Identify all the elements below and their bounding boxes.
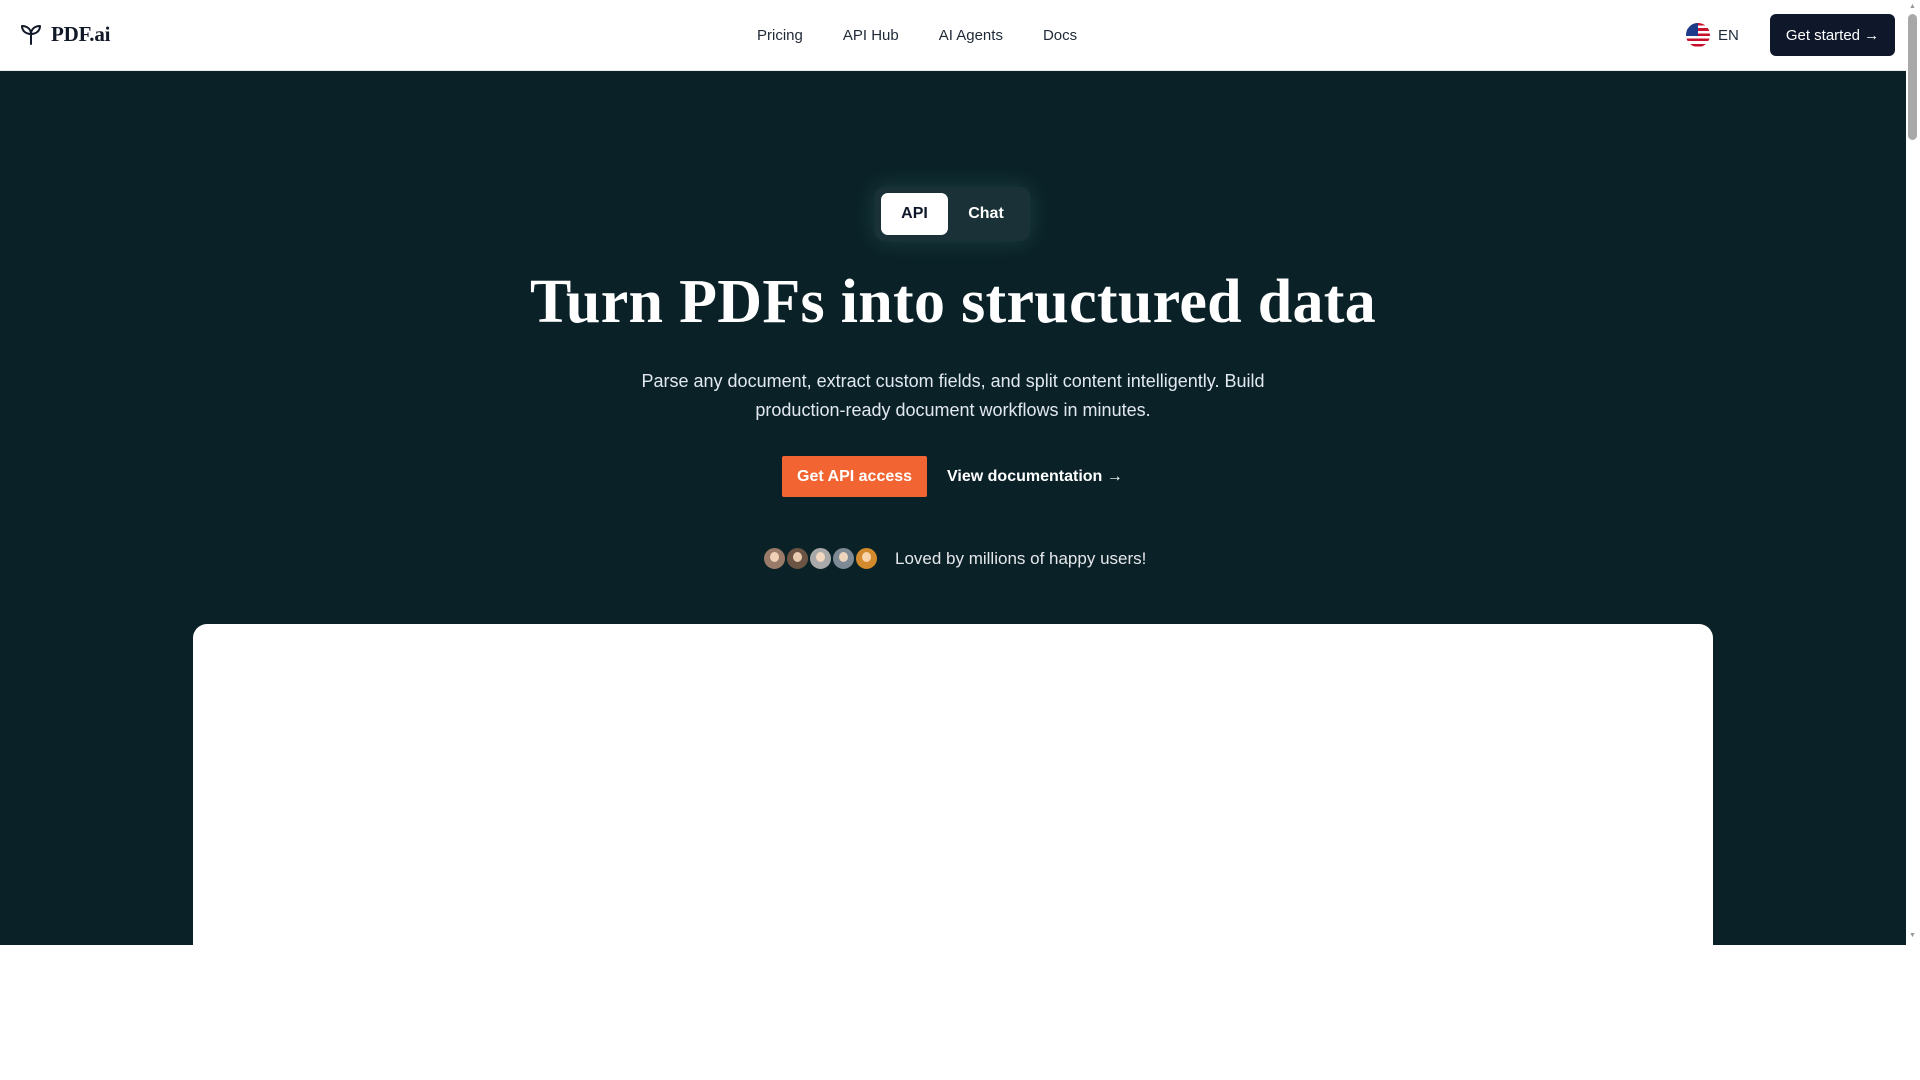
top-nav: PDF.ai Pricing API Hub AI Agents Docs EN… bbox=[0, 0, 1906, 71]
user-avatar bbox=[762, 546, 787, 571]
social-proof-text: Loved by millions of happy users! bbox=[895, 548, 1147, 568]
nav-link-pricing[interactable]: Pricing bbox=[737, 27, 823, 44]
mode-toggle: API Chat bbox=[875, 187, 1030, 241]
page-scrollbar[interactable]: ▲ ▼ bbox=[1906, 0, 1920, 945]
logo-text: PDF.ai bbox=[51, 22, 111, 46]
view-documentation-link[interactable]: View documentation → bbox=[947, 468, 1123, 486]
language-label: EN bbox=[1718, 26, 1739, 44]
avatar-stack bbox=[762, 546, 879, 571]
cta-row: Get API access View documentation → bbox=[782, 456, 1123, 497]
get-started-button[interactable]: Get started → bbox=[1770, 14, 1895, 56]
us-flag-icon bbox=[1686, 23, 1710, 47]
user-avatar bbox=[808, 546, 833, 571]
scroll-up-arrow-icon[interactable]: ▲ bbox=[1909, 3, 1916, 11]
scroll-down-arrow-icon[interactable]: ▼ bbox=[1909, 932, 1916, 940]
nav-link-api-hub[interactable]: API Hub bbox=[823, 27, 919, 44]
toggle-chat[interactable]: Chat bbox=[950, 193, 1022, 235]
language-selector[interactable]: EN bbox=[1686, 23, 1739, 47]
logo-sprout-icon bbox=[21, 24, 41, 45]
hero-section: API Chat Turn PDFs into structured data … bbox=[0, 71, 1906, 945]
social-proof: Loved by millions of happy users! bbox=[762, 546, 1146, 571]
toggle-api[interactable]: API bbox=[881, 193, 948, 235]
product-preview-card bbox=[193, 624, 1713, 945]
main-nav: Pricing API Hub AI Agents Docs bbox=[737, 0, 1097, 71]
user-avatar bbox=[785, 546, 810, 571]
get-api-access-button[interactable]: Get API access bbox=[782, 456, 928, 497]
nav-link-docs[interactable]: Docs bbox=[1023, 27, 1097, 44]
nav-link-ai-agents[interactable]: AI Agents bbox=[919, 27, 1023, 44]
logo[interactable]: PDF.ai bbox=[19, 22, 110, 47]
user-avatar bbox=[854, 546, 879, 571]
user-avatar bbox=[831, 546, 856, 571]
hero-title: Turn PDFs into structured data bbox=[529, 268, 1377, 336]
scrollbar-thumb[interactable] bbox=[1908, 14, 1917, 140]
hero-subtitle: Parse any document, extract custom field… bbox=[641, 371, 1265, 420]
